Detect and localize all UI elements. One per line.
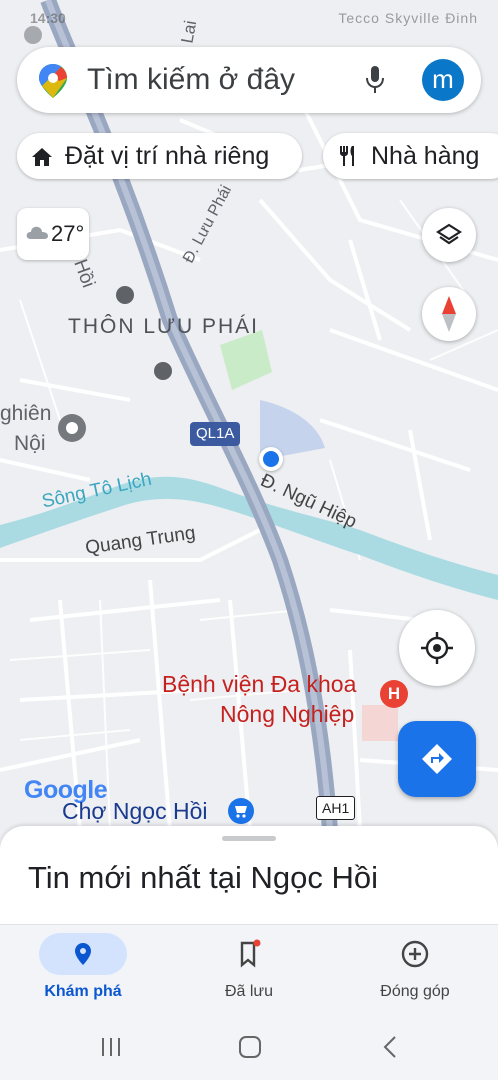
chip-restaurants-label: Nhà hàng xyxy=(371,142,480,170)
compass-icon xyxy=(441,296,457,337)
hospital-label-2: Nông Nghiệp xyxy=(220,701,355,727)
layers-button[interactable] xyxy=(422,208,476,262)
highway-shield-ah1: AH1 xyxy=(316,796,356,820)
status-time: 14:30 xyxy=(30,10,66,26)
weather-temp: 27° xyxy=(51,221,85,246)
compass-button[interactable] xyxy=(422,287,476,341)
google-maps-pin-icon xyxy=(39,64,67,103)
recent-apps-icon[interactable] xyxy=(100,1036,122,1063)
restaurant-icon xyxy=(337,145,359,174)
highway-shield-ql1a: QL1A xyxy=(190,422,241,446)
nav-tab-explore[interactable]: Khám phá xyxy=(0,925,166,1013)
my-location-button[interactable] xyxy=(399,610,475,686)
weather-widget[interactable]: 27° xyxy=(17,208,89,260)
map-label-hanoi: Nội xyxy=(14,432,46,455)
nav-tab-saved[interactable]: Đã lưu xyxy=(166,925,332,1013)
bottom-sheet[interactable]: Tin mới nhất tại Ngọc Hồi xyxy=(0,826,498,936)
hospital-label-1: Bệnh viện Đa khoa xyxy=(162,671,357,697)
place-poi-icon[interactable] xyxy=(58,414,86,442)
system-navigation-bar xyxy=(0,1012,498,1080)
status-bar: 14:30 Tecco Skyville Đinh xyxy=(0,4,498,38)
sheet-title: Tin mới nhất tại Ngọc Hồi xyxy=(28,860,378,895)
bus-stop-icon[interactable] xyxy=(154,362,172,380)
explore-pin-icon xyxy=(63,937,103,973)
chip-restaurants[interactable]: Nhà hàng xyxy=(323,133,498,179)
chip-home-label: Đặt vị trí nhà riêng xyxy=(65,142,270,170)
cloud-icon xyxy=(25,224,49,245)
back-icon[interactable] xyxy=(380,1035,400,1064)
account-avatar[interactable]: m xyxy=(422,59,464,101)
directions-icon xyxy=(421,743,453,780)
shopping-cart-icon[interactable] xyxy=(228,798,254,824)
nav-label-saved: Đã lưu xyxy=(224,983,274,1000)
home-button-icon[interactable] xyxy=(238,1035,262,1064)
bookmark-icon xyxy=(229,937,269,973)
bus-stop-icon[interactable] xyxy=(116,286,134,304)
nav-tab-contribute[interactable]: Đóng góp xyxy=(332,925,498,1013)
bottom-navigation: Khám phá Đã lưu Đóng góp xyxy=(0,924,498,1013)
sheet-drag-handle[interactable] xyxy=(222,836,276,841)
map-label-hamlet: THÔN LƯU PHÁI xyxy=(68,315,259,338)
map-label-nghien: ghiên xyxy=(0,402,52,425)
nav-label-contribute: Đóng góp xyxy=(380,983,450,1000)
nav-label-explore: Khám phá xyxy=(44,983,122,1000)
map-canvas[interactable]: Lai Ngọc Hồi Đ. Lưu Phái THÔN LƯU PHÁI g… xyxy=(0,0,498,830)
status-right-text: Tecco Skyville Đinh xyxy=(338,10,478,26)
search-bar[interactable]: Tìm kiếm ở đây m xyxy=(17,47,481,113)
market-label: Chợ Ngọc Hồi xyxy=(62,798,208,824)
home-icon xyxy=(31,145,53,174)
chip-home[interactable]: Đặt vị trí nhà riêng xyxy=(17,133,302,179)
layers-icon xyxy=(435,222,463,253)
my-location-icon xyxy=(421,632,453,669)
current-location-dot xyxy=(259,447,283,471)
microphone-icon[interactable] xyxy=(365,66,385,99)
directions-button[interactable] xyxy=(398,721,476,797)
add-circle-icon xyxy=(395,937,435,973)
hospital-icon[interactable]: H xyxy=(380,680,408,708)
search-input[interactable]: Tìm kiếm ở đây xyxy=(87,63,295,97)
